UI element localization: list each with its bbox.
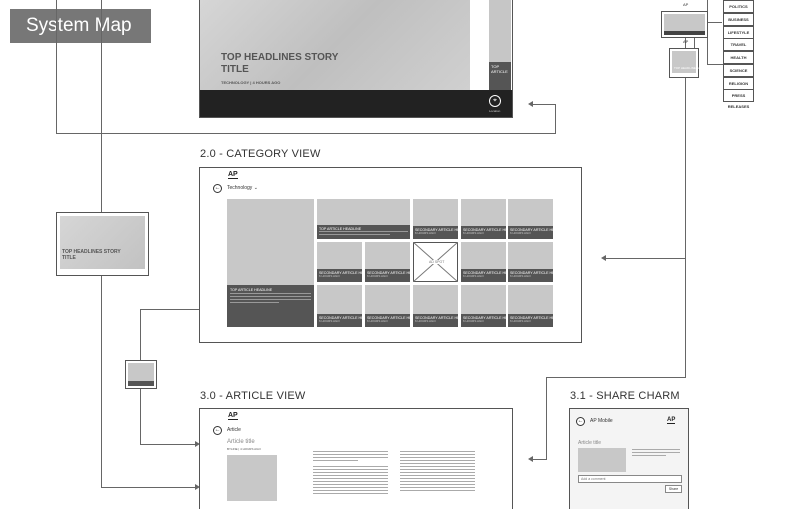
share-article-summary (632, 449, 680, 458)
connector (140, 387, 141, 444)
article-tile[interactable]: SECONDARY ARTICLE HEADLINE6 HOURS AGO (508, 242, 553, 282)
category-item[interactable]: BUSINESS (723, 13, 754, 26)
connector (140, 309, 141, 360)
side-tile[interactable]: TOP ARTICLE (489, 0, 511, 90)
article-tile[interactable]: SECONDARY ARTICLE HEADLINE6 HOURS AGO (413, 199, 458, 239)
share-article-image (578, 448, 626, 472)
category-view-screen: AP ← Technology ⌄ TOP ARTICLE HEADLINE T… (199, 167, 582, 343)
back-icon[interactable]: ← (213, 426, 222, 435)
article-view-screen: AP ← Article Article title BYLINE | 4 HO… (199, 408, 513, 509)
connector (546, 377, 686, 378)
article-tile[interactable]: SECONDARY ARTICLE HEADLINE6 HOURS AGO (461, 285, 506, 327)
hero-title[interactable]: TOP HEADLINES STORY TITLE (221, 52, 338, 76)
comment-input[interactable]: Add a comment (578, 475, 682, 483)
article-tile[interactable]: SECONDARY ARTICLE HEADLINE6 HOURS AGO (461, 242, 506, 282)
share-article-title: Article title (578, 440, 602, 446)
category-item[interactable]: POLITICS (723, 0, 754, 13)
article-tile[interactable]: TOP ARTICLE HEADLINE (317, 199, 410, 239)
share-thumbnail[interactable] (125, 360, 157, 389)
article-view-heading: 3.0 - ARTICLE VIEW (200, 390, 306, 402)
arrow-head (601, 255, 606, 261)
connector (707, 64, 723, 65)
connector (140, 444, 196, 445)
share-charm-heading: 3.1 - SHARE CHARM (570, 390, 680, 402)
connector (101, 487, 197, 488)
article-tile[interactable]: SECONDARY ARTICLE HEADLINE6 HOURS AGO (508, 199, 553, 239)
category-item[interactable]: SCIENCE (723, 64, 754, 77)
arrow-head (528, 456, 533, 462)
thumb-screen-a[interactable] (661, 11, 708, 38)
article-tile[interactable]: SECONDARY ARTICLE HEADLINE6 HOURS AGO (508, 285, 553, 327)
connector (606, 258, 686, 259)
article-tile[interactable]: SECONDARY ARTICLE HEADLINE6 HOURS AGO (317, 242, 362, 282)
chevron-down-icon: ⌄ (253, 185, 258, 191)
connector (533, 104, 555, 105)
article-tile[interactable]: SECONDARY ARTICLE HEADLINE6 HOURS AGO (413, 285, 458, 327)
connector (546, 377, 547, 459)
connector (56, 133, 556, 134)
home-thumbnail[interactable]: TOP HEADLINES STORY TITLE (56, 212, 149, 276)
arrow-head (528, 101, 533, 107)
category-name: Technology (227, 185, 253, 191)
article-body-col1 (313, 451, 388, 496)
article-tile[interactable]: SECONDARY ARTICLE HEADLINE6 HOURS AGO (461, 199, 506, 239)
thumb-title: TITLE (62, 255, 76, 261)
ap-logo: AP (228, 412, 238, 420)
ad-spot[interactable]: AD SPOT (413, 242, 458, 282)
article-tile[interactable]: SECONDARY ARTICLE HEADLINE6 HOURS AGO (365, 242, 410, 282)
hero-image (200, 0, 470, 90)
share-app-name: AP Mobile (590, 418, 613, 424)
article-tile[interactable]: SECONDARY ARTICLE HEADLINE6 HOURS AGO (365, 285, 410, 327)
category-view-heading: 2.0 - CATEGORY VIEW (200, 148, 321, 160)
byline: BYLINE | 4 HOURS AGO (227, 447, 261, 451)
article-tile[interactable]: SECONDARY ARTICLE HEADLINE6 HOURS AGO (317, 285, 362, 327)
category-item[interactable]: PRESS RELEASES (723, 89, 754, 109)
category-item[interactable]: TRAVEL (723, 38, 754, 51)
thumb-label: AP (683, 2, 689, 7)
app-bar (200, 90, 512, 117)
hero-meta: TECHNOLOGY | 4 HOURS AGO (221, 80, 281, 85)
thumb-label: AP (683, 39, 689, 44)
category-dropdown[interactable]: Technology ⌄ (227, 185, 258, 191)
connector (533, 459, 547, 460)
connector (56, 0, 57, 133)
ap-logo: AP (228, 171, 238, 179)
connector (140, 309, 200, 310)
article-title: Article title (227, 439, 255, 445)
location-icon[interactable]: ⌖ (489, 95, 501, 107)
ap-logo: AP (667, 417, 676, 424)
home-screen: TOP HEADLINES STORY TITLE TECHNOLOGY | 4… (199, 0, 513, 118)
article-image (227, 455, 277, 501)
location-label: Location (489, 109, 501, 113)
article-body-col2 (400, 451, 475, 493)
share-button[interactable]: Share (665, 485, 682, 493)
thumb-screen-b[interactable]: TOP HEADLINE STORY (669, 48, 707, 78)
back-icon[interactable]: ← (213, 184, 222, 193)
share-charm-screen: ← AP Mobile AP Article title Add a comme… (569, 408, 689, 509)
connector (555, 104, 556, 134)
category-item[interactable]: HEALTH (723, 51, 754, 64)
main-article-tile[interactable]: TOP ARTICLE HEADLINE (227, 199, 314, 327)
system-map-title: System Map (10, 9, 151, 43)
connector (101, 274, 102, 488)
back-icon[interactable]: ← (576, 417, 585, 426)
connector (101, 0, 102, 212)
nav-label: Article (227, 427, 241, 433)
